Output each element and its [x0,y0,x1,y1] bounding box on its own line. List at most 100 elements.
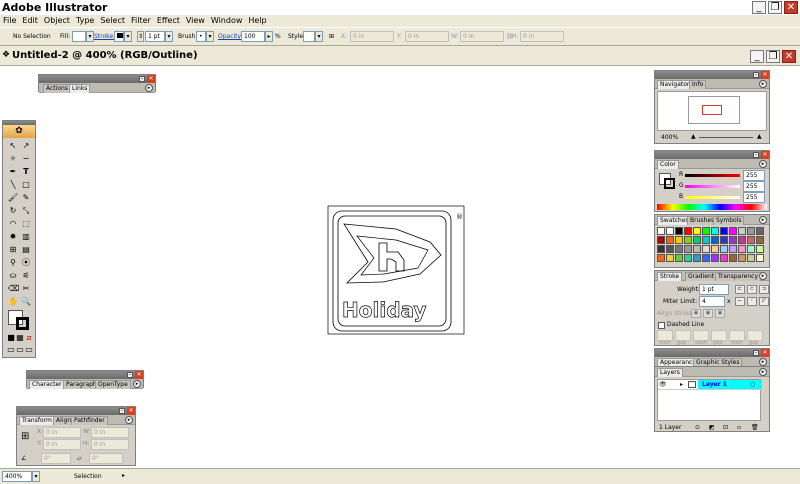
swatch[interactable] [738,227,746,235]
direct-selection-tool-icon[interactable]: ↗ [21,141,31,151]
stroke-weight-stepper[interactable]: ⇕ [137,31,144,42]
y-input[interactable]: 0 in [405,31,449,42]
panel-close-button[interactable]: ✕ [135,371,143,379]
swatch[interactable] [702,227,710,235]
warp-tool-icon[interactable]: ◠ [8,219,18,229]
tab-navigator[interactable]: Navigator [657,80,693,89]
layer-name[interactable]: Layer 1 [702,381,727,388]
panel-title-bar[interactable]: – ✕ [39,75,155,83]
align-center-button[interactable]: ▣ [691,309,701,318]
align-outside-button[interactable]: ▣ [715,309,725,318]
panel-title-bar[interactable]: – ✕ [655,71,769,79]
panel-options-icon[interactable]: ▸ [759,272,767,280]
swatch[interactable] [702,236,710,244]
tab-actions[interactable]: Actions [43,84,71,93]
swatch[interactable] [756,254,764,262]
swatch[interactable] [666,245,674,253]
swatch[interactable] [666,236,674,244]
round-join-button[interactable]: ◜ [747,297,757,306]
swatch[interactable] [684,254,692,262]
swatch[interactable] [702,245,710,253]
target-circle-icon[interactable]: ○ [750,381,755,388]
tab-color[interactable]: Color [657,160,679,169]
gradient-tool-icon[interactable]: ▤ [21,245,31,255]
tab-gradient[interactable]: Gradient [685,272,718,281]
status-arrow-icon[interactable]: ▸ [122,472,125,479]
slice-tool-icon[interactable]: ⚟ [21,271,31,281]
swatch[interactable] [756,245,764,253]
panel-options-icon[interactable]: ▸ [125,416,133,424]
swatch[interactable] [693,236,701,244]
close-button[interactable]: ✕ [784,1,798,14]
live-paint-tool-icon[interactable]: ⛀ [8,271,18,281]
transform-x-input[interactable]: 0 in [43,427,81,438]
shear-angle-input[interactable]: 0° [89,453,123,464]
eye-icon[interactable]: 👁 [659,381,667,388]
locate-object-icon[interactable]: ⊙ [695,424,700,431]
panel-options-icon[interactable]: ▸ [759,160,767,168]
line-tool-icon[interactable]: ╲ [8,180,18,190]
swatch[interactable] [684,245,692,253]
menu-filter[interactable]: Filter [128,15,154,27]
toolbox-title-bar[interactable] [3,121,35,125]
style-dropdown[interactable]: ▾ [315,31,323,42]
transform-w-input[interactable]: 0 in [91,427,129,438]
mesh-tool-icon[interactable]: ⊞ [8,245,18,255]
swatch[interactable] [711,236,719,244]
swatch[interactable] [666,254,674,262]
transform-h-input[interactable]: 0 in [91,439,129,450]
panel-minimize-button[interactable]: – [139,76,145,82]
scissors-tool-icon[interactable]: ✂ [21,284,31,294]
delete-layer-icon[interactable]: 🗑 [751,424,759,431]
weight-input[interactable]: 1 pt [699,284,729,295]
tab-character[interactable]: Character [29,380,65,389]
swatch[interactable] [711,227,719,235]
swatch[interactable] [720,236,728,244]
panel-options-icon[interactable]: ▸ [759,368,767,376]
projecting-cap-button[interactable]: ⊐ [759,285,769,294]
doc-maximize-button[interactable]: ❐ [766,50,780,63]
swatch[interactable] [675,245,683,253]
swatch[interactable] [675,236,683,244]
zoom-input[interactable]: 400% [2,471,32,482]
panel-options-icon[interactable]: ▸ [145,84,153,92]
color-spectrum[interactable] [657,204,767,210]
menu-effect[interactable]: Effect [154,15,183,27]
new-layer-icon[interactable]: ▫ [737,424,741,431]
swatch[interactable] [702,254,710,262]
brush-swatch[interactable]: • [196,31,206,42]
rotate-tool-icon[interactable]: ↻ [8,206,18,216]
stroke-swatch[interactable] [114,31,124,42]
magic-wand-tool-icon[interactable]: ✧ [8,154,18,164]
expand-triangle-icon[interactable]: ▸ [680,381,683,388]
menu-help[interactable]: Help [245,15,269,27]
swatch[interactable] [738,254,746,262]
panel-title-bar[interactable]: – ✕ [17,407,135,415]
tab-info[interactable]: Info [689,80,707,89]
panel-options-icon[interactable]: ▸ [759,216,767,224]
panel-options-icon[interactable]: ▸ [759,80,767,88]
zoom-in-icon[interactable]: ▲ [757,133,762,140]
stroke-weight-dropdown[interactable]: ▾ [165,31,173,42]
menu-edit[interactable]: Edit [19,15,41,27]
panel-minimize-button[interactable]: – [753,152,759,158]
miter-input[interactable]: 4 [699,296,725,307]
menu-object[interactable]: Object [41,15,73,27]
swatch[interactable] [711,254,719,262]
swatch[interactable] [747,254,755,262]
swatch[interactable] [684,227,692,235]
tab-transform[interactable]: Transform [19,416,55,425]
navigator-preview[interactable] [657,91,767,131]
fill-dropdown[interactable]: ▾ [86,31,94,42]
panel-close-button[interactable]: ✕ [761,151,769,159]
align-inside-button[interactable]: ▣ [703,309,713,318]
swatch[interactable] [729,245,737,253]
transform-y-input[interactable]: 0 in [43,439,81,450]
swatch[interactable] [747,227,755,235]
fill-swatch[interactable] [72,31,86,42]
swatch[interactable] [729,254,737,262]
menu-select[interactable]: Select [97,15,128,27]
color-stroke-box[interactable] [664,178,675,189]
panel-close-button[interactable]: ✕ [761,349,769,357]
h-input[interactable]: 0 in [520,31,564,42]
